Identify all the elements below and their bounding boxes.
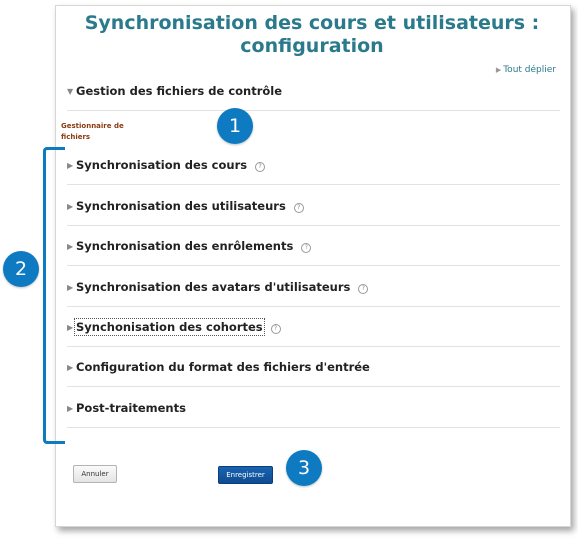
help-icon[interactable]: ? <box>293 202 304 213</box>
help-icon[interactable]: ? <box>358 283 369 294</box>
section-label: Post-traitements <box>76 401 186 415</box>
cancel-button[interactable]: Annuler <box>73 465 117 483</box>
triangle-down-icon: ▼ <box>67 86 74 96</box>
section-label: Synchronisation des avatars d'utilisateu… <box>76 280 351 294</box>
section-cohort-sync[interactable]: ▶ Synchonisation des cohortes ? <box>67 308 560 347</box>
section-avatar-sync[interactable]: ▶ Synchronisation des avatars d'utilisat… <box>67 268 560 307</box>
section-file-management[interactable]: ▼ Gestion des fichiers de contrôle <box>67 72 560 111</box>
triangle-right-icon: ▶ <box>67 160 74 170</box>
triangle-right-icon: ▶ <box>67 362 74 372</box>
triangle-right-icon: ▶ <box>67 403 74 413</box>
help-icon[interactable]: ? <box>270 323 281 334</box>
section-input-format[interactable]: ▶ Configuration du format des fichiers d… <box>67 348 560 387</box>
triangle-right-icon: ▶ <box>67 282 74 292</box>
section-course-sync[interactable]: ▶ Synchronisation des cours ? <box>67 146 560 185</box>
help-icon[interactable]: ? <box>301 242 312 253</box>
section-label: Synchronisation des cours <box>76 158 248 172</box>
section-label: Gestion des fichiers de contrôle <box>76 84 283 98</box>
section-label: Configuration du format des fichiers d'e… <box>76 360 370 374</box>
section-label: Synchronisation des enrôlements <box>76 239 294 253</box>
callout-bracket <box>43 147 65 444</box>
page-title-line1: Synchronisation des cours et utilisateur… <box>84 12 540 34</box>
section-enrolment-sync[interactable]: ▶ Synchronisation des enrôlements ? <box>67 227 560 266</box>
page-title-line2: configuration <box>240 35 384 57</box>
help-icon[interactable]: ? <box>255 161 266 172</box>
section-label: Synchronisation des utilisateurs <box>76 199 286 213</box>
page-title: Synchronisation des cours et utilisateur… <box>55 12 569 58</box>
triangle-right-icon: ▶ <box>67 241 74 251</box>
callout-badge-1: 1 <box>217 108 253 144</box>
callout-badge-2: 2 <box>3 251 39 287</box>
triangle-right-icon: ▶ <box>67 201 74 211</box>
save-button[interactable]: Enregistrer <box>218 466 273 484</box>
section-post-processing[interactable]: ▶ Post-traitements <box>67 389 560 428</box>
callout-badge-3: 3 <box>286 450 322 486</box>
section-label: Synchonisation des cohortes <box>74 318 265 336</box>
triangle-right-icon: ▶ <box>67 322 74 332</box>
section-user-sync[interactable]: ▶ Synchronisation des utilisateurs ? <box>67 187 560 226</box>
file-manager-label: Gestionnaire de fichiers <box>61 122 124 141</box>
